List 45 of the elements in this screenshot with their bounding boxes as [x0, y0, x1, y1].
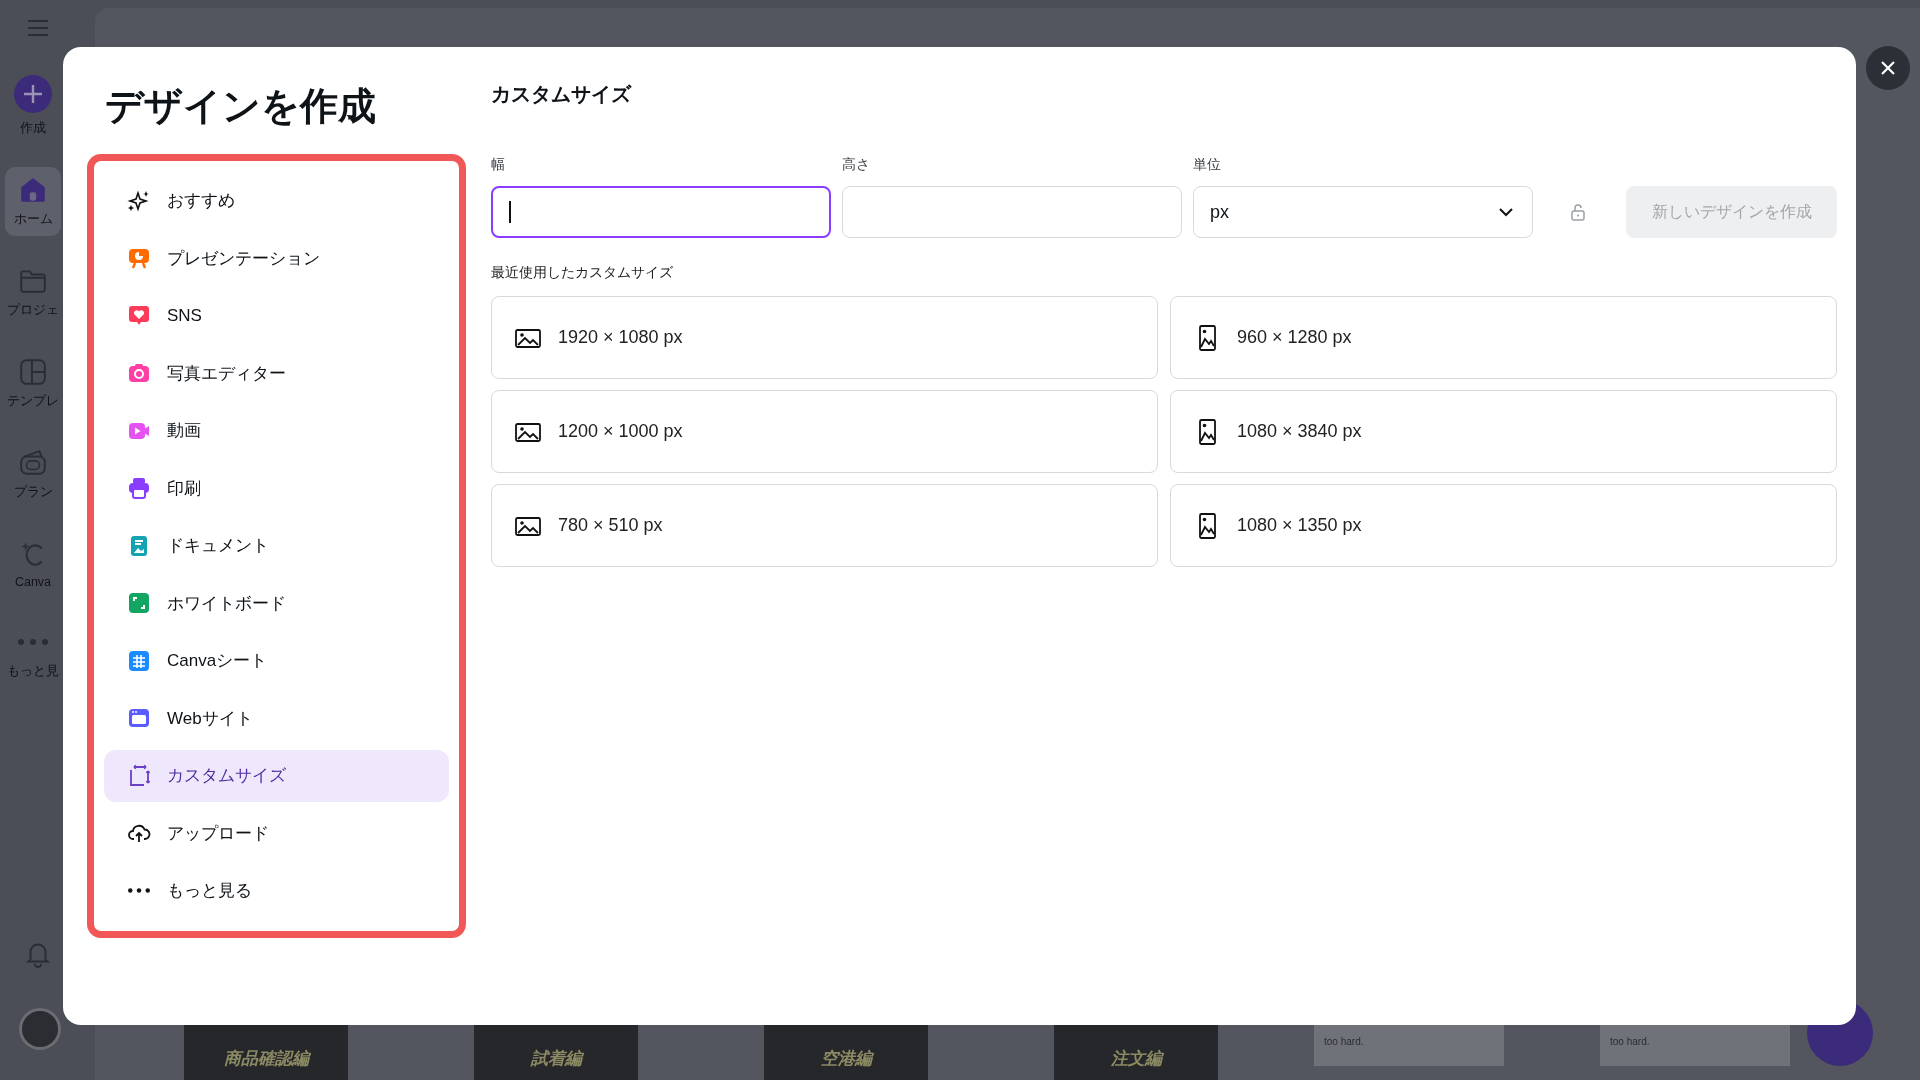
- section-heading: 最近使用したカスタムサイズ: [491, 264, 674, 282]
- category-item[interactable]: もっと見る: [104, 862, 449, 920]
- poster-thumbnail[interactable]: 商品確認編: [184, 1024, 348, 1080]
- avatar[interactable]: [19, 1008, 61, 1050]
- whiteboard-icon: [127, 591, 151, 616]
- recent-size-item[interactable]: 780 × 510 px: [491, 484, 1158, 567]
- panel-heading: カスタムサイズ: [491, 82, 633, 107]
- category-item[interactable]: Canvaシート: [104, 632, 449, 690]
- category-item[interactable]: ドキュメント: [104, 517, 449, 575]
- recent-size-item[interactable]: 1200 × 1000 px: [491, 390, 1158, 473]
- category-item[interactable]: おすすめ: [104, 172, 449, 230]
- poster-thumbnail[interactable]: 注文編: [1054, 1024, 1218, 1080]
- unit-dropdown[interactable]: px: [1193, 186, 1533, 238]
- category-item[interactable]: Webサイト: [104, 689, 449, 747]
- recent-size-item[interactable]: 1920 × 1080 px: [491, 296, 1158, 379]
- more-icon: [127, 888, 151, 894]
- print-icon: [127, 476, 151, 501]
- poster-thumbnail[interactable]: 空港編: [764, 1024, 928, 1080]
- wallet-icon: [18, 448, 48, 478]
- category-item[interactable]: 写真エディター: [104, 344, 449, 402]
- category-item[interactable]: プレゼンテーション: [104, 229, 449, 287]
- category-item[interactable]: カスタムサイズ: [104, 749, 449, 802]
- field-label: 高さ: [842, 156, 871, 174]
- category-item[interactable]: ホワイトボード: [104, 574, 449, 632]
- category-item[interactable]: SNS: [104, 287, 449, 345]
- recent-size-item[interactable]: 1080 × 3840 px: [1170, 390, 1837, 473]
- sheet-icon: [127, 648, 151, 673]
- resize-icon: [127, 763, 151, 788]
- category-item[interactable]: 印刷: [104, 459, 449, 517]
- recent-size-item[interactable]: 1080 × 1350 px: [1170, 484, 1837, 567]
- unlocked-lock-icon[interactable]: [1568, 202, 1588, 222]
- plus-icon: [13, 74, 53, 114]
- input-field[interactable]: [491, 186, 831, 238]
- dialog-title: デザインを作成: [105, 84, 377, 129]
- poster-thumbnail[interactable]: 試着編: [474, 1024, 638, 1080]
- template-icon: [18, 357, 48, 387]
- more-icon: [18, 639, 48, 645]
- category-item[interactable]: 動画: [104, 402, 449, 460]
- category-item[interactable]: アップロード: [104, 804, 449, 862]
- field-label: 単位: [1193, 156, 1222, 174]
- close-icon: [1880, 60, 1896, 76]
- presentation-icon: [127, 246, 151, 271]
- home-icon: [18, 175, 48, 205]
- field-label: 幅: [491, 156, 506, 174]
- recent-size-item[interactable]: 960 × 1280 px: [1170, 296, 1837, 379]
